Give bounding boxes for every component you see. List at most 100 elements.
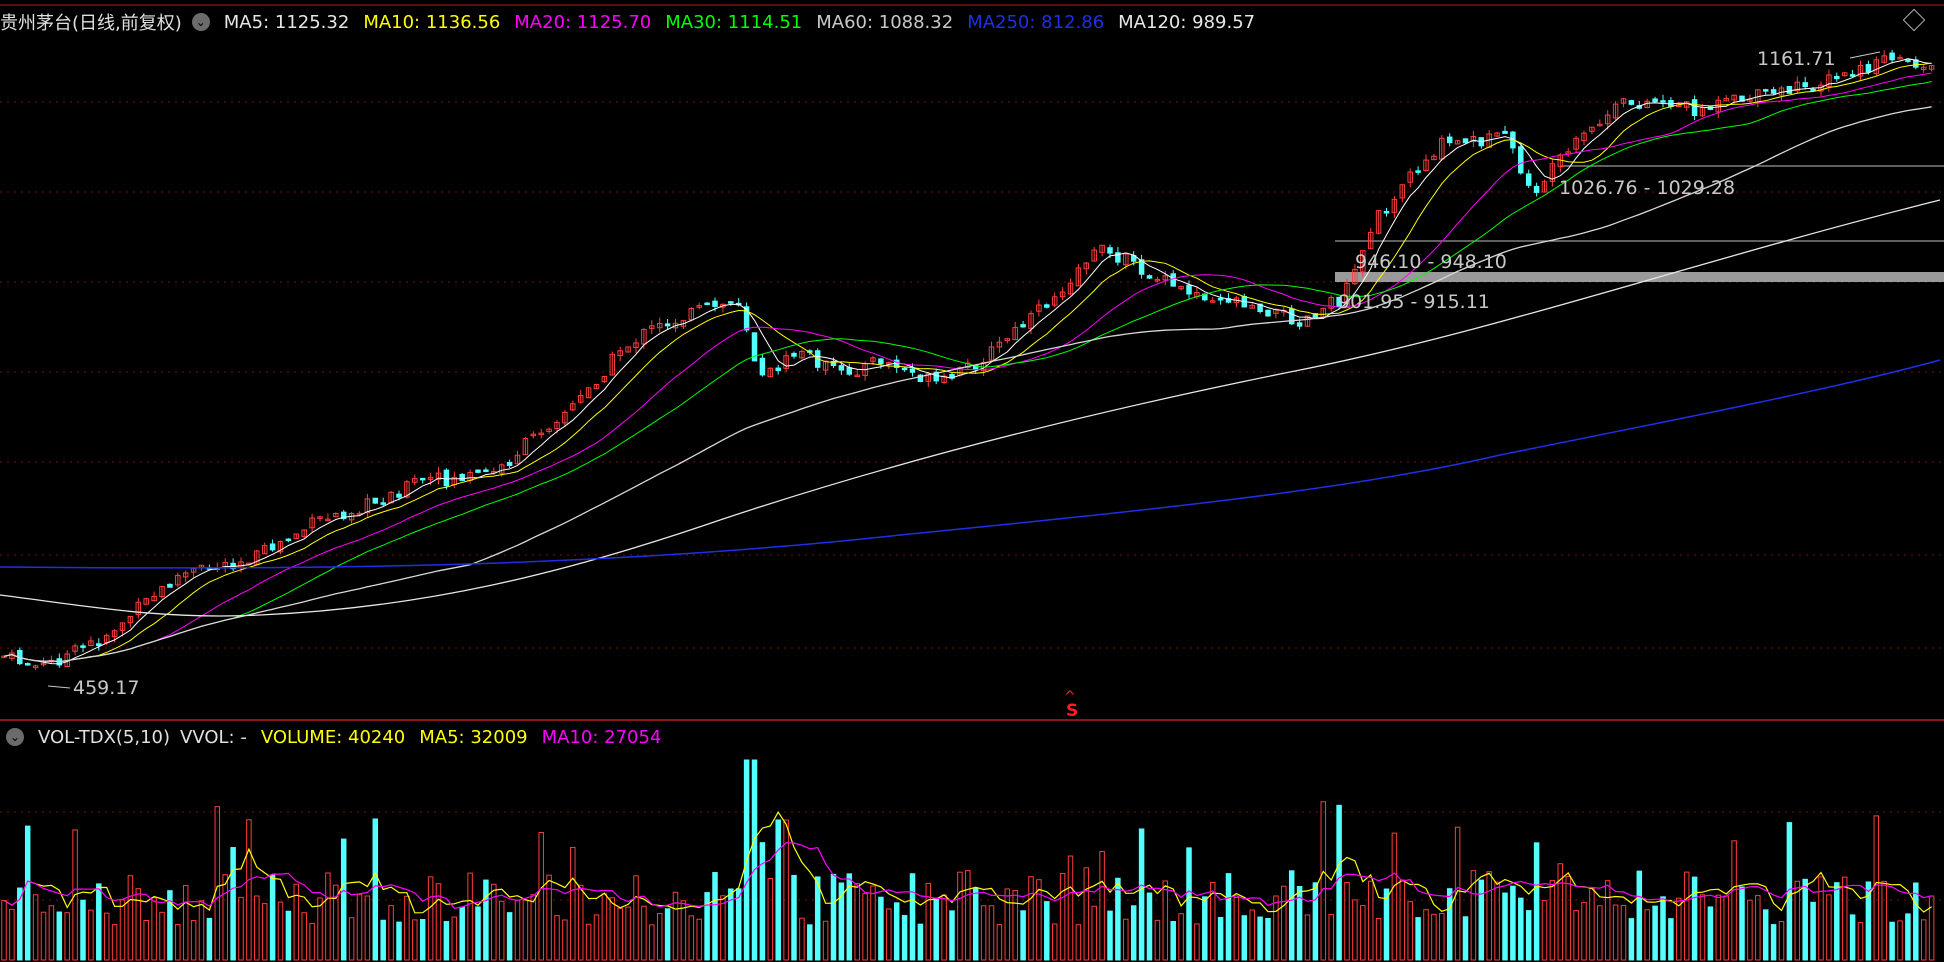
volume-bar: [1051, 923, 1058, 961]
volume-bar: [103, 912, 110, 961]
volume-bar: [506, 912, 513, 961]
candle-body: [728, 301, 734, 304]
volume-bar: [143, 920, 149, 961]
volume-bar: [1873, 815, 1880, 961]
volume-bar: [1510, 885, 1516, 961]
volume-bar: [1834, 882, 1840, 961]
volume-bar: [1217, 917, 1224, 961]
volume-bar: [56, 911, 63, 961]
volume-bar: [435, 883, 442, 961]
candle-body: [712, 300, 718, 307]
volume-bar: [1178, 913, 1184, 961]
volume-bar: [159, 911, 165, 961]
volume-bar: [957, 871, 963, 961]
candle-body: [759, 357, 766, 376]
volume-bar: [32, 894, 39, 961]
volume-bar: [720, 895, 726, 961]
candle-body: [80, 645, 86, 648]
volume-bar: [522, 899, 529, 961]
high-label: 1161.71: [1757, 48, 1836, 70]
chart-window: 贵州茅台(日线,前复权) ⌄ MA5: 1125.32 MA10: 1136.56…: [0, 0, 1944, 962]
candle-body: [269, 543, 276, 551]
volume-bar: [949, 910, 955, 961]
volume-bar: [1320, 801, 1327, 961]
volume-bar: [909, 873, 916, 961]
volume-bar: [498, 900, 505, 961]
volume-bar: [1162, 880, 1169, 961]
volume-bar: [870, 885, 876, 961]
volume-bar: [451, 916, 458, 961]
volume-bar: [119, 899, 126, 961]
volume-bar: [1818, 876, 1824, 961]
moving-averages: [0, 58, 1941, 665]
volume-bar: [1636, 870, 1643, 961]
volume-bar: [1273, 895, 1279, 961]
zone2-label: 946.10 - 948.10: [1355, 251, 1507, 273]
volume-bar: [301, 912, 307, 961]
volume-bar: [1225, 873, 1232, 961]
candle-body: [1691, 99, 1698, 117]
volume-bar: [190, 919, 197, 961]
volume-bar: [1012, 889, 1018, 961]
candle-body: [24, 663, 31, 666]
volume-bar: [759, 842, 766, 961]
volume-bar: [1059, 873, 1066, 961]
volume-bar: [1194, 923, 1200, 961]
volume-bar: [1423, 909, 1429, 961]
volume-bar: [1130, 905, 1137, 961]
volume-bar: [1107, 910, 1113, 961]
kline-chart[interactable]: 1161.71 459.17 1026.76 - 1029.28 946.10 …: [0, 0, 1944, 962]
volume-bar: [1683, 871, 1690, 961]
candle-body: [704, 302, 710, 306]
volume-bar: [783, 819, 789, 961]
volume-bar: [1723, 895, 1729, 961]
volume-bar: [1446, 888, 1453, 961]
volume-bar: [878, 896, 884, 961]
volume-bar: [1841, 876, 1848, 961]
volume-bar: [48, 905, 55, 961]
volume-bar: [1826, 894, 1832, 961]
volume-bar: [980, 905, 987, 961]
volume-bar: [941, 894, 947, 961]
volume-bar: [617, 907, 623, 961]
volume-bar: [570, 846, 576, 961]
candle-body: [372, 497, 379, 504]
candle-body: [1415, 170, 1421, 173]
volume-bar: [1533, 842, 1540, 961]
volume-bar: [1905, 913, 1911, 961]
candle-body: [1786, 85, 1793, 94]
volume-bar: [277, 901, 284, 961]
candle-body: [1186, 284, 1192, 295]
volume-bar: [1399, 879, 1406, 961]
volume-bar: [1739, 886, 1745, 961]
volume-bar: [206, 917, 213, 961]
volume-bar: [1881, 880, 1887, 961]
volume-bar: [1028, 876, 1034, 961]
volume-bar: [491, 883, 497, 961]
volume-bar: [419, 919, 426, 961]
volume-bar: [1604, 880, 1611, 961]
candle-body: [1383, 211, 1390, 214]
volume-bar: [1312, 882, 1319, 961]
volume-bar: [404, 895, 410, 961]
volume-bar: [1154, 919, 1161, 961]
volume-bar: [601, 893, 608, 961]
candle-body: [475, 469, 481, 473]
volume-bar: [649, 924, 655, 961]
ma250-line: [0, 359, 1941, 569]
vol-ma10-line: [3, 842, 1932, 909]
volume-bar: [1628, 918, 1635, 961]
volume-bar: [562, 919, 568, 961]
candle-body: [1762, 89, 1769, 92]
volume-bar: [1691, 876, 1698, 961]
candle-body: [1518, 146, 1524, 174]
candle-body: [1533, 185, 1540, 193]
volume-bar: [1186, 847, 1192, 961]
volume-bar: [641, 905, 647, 961]
high-pointer: [1849, 51, 1881, 59]
candle-body: [96, 643, 102, 647]
volume-bar: [585, 923, 592, 961]
volume-bar: [814, 876, 821, 961]
candle-body: [846, 367, 853, 375]
candles: [1, 49, 1935, 671]
